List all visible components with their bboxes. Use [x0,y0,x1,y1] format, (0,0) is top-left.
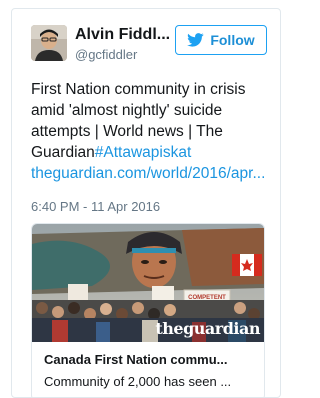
card-image: COMPETENT FUNDING COUNT [32,224,264,342]
card-title[interactable]: Canada First Nation commu... [44,352,256,367]
user-handle[interactable]: @gcfiddler [75,47,137,62]
tweet-text: First Nation community in crisis amid 'a… [31,79,277,184]
link-card[interactable]: COMPETENT FUNDING COUNT [31,223,265,397]
hashtag-link[interactable]: #Attawapiskat [95,144,192,161]
user-name[interactable]: Alvin Fiddl... [75,26,175,44]
card-description: Community of 2,000 has seen ... [44,374,232,389]
twitter-bird-icon [187,33,204,47]
tweet-timestamp[interactable]: 6:40 PM - 11 Apr 2016 [31,199,160,214]
tweet-card: Alvin Fiddl... @gcfiddler Follow First N… [11,8,281,398]
follow-label: Follow [210,32,255,48]
guardian-logo: theguardian [155,319,260,338]
avatar[interactable] [31,25,67,61]
avatar-image [31,25,67,61]
tweet-url-link[interactable]: theguardian.com/world/2016/apr... [31,163,277,184]
follow-button[interactable]: Follow [175,25,267,55]
